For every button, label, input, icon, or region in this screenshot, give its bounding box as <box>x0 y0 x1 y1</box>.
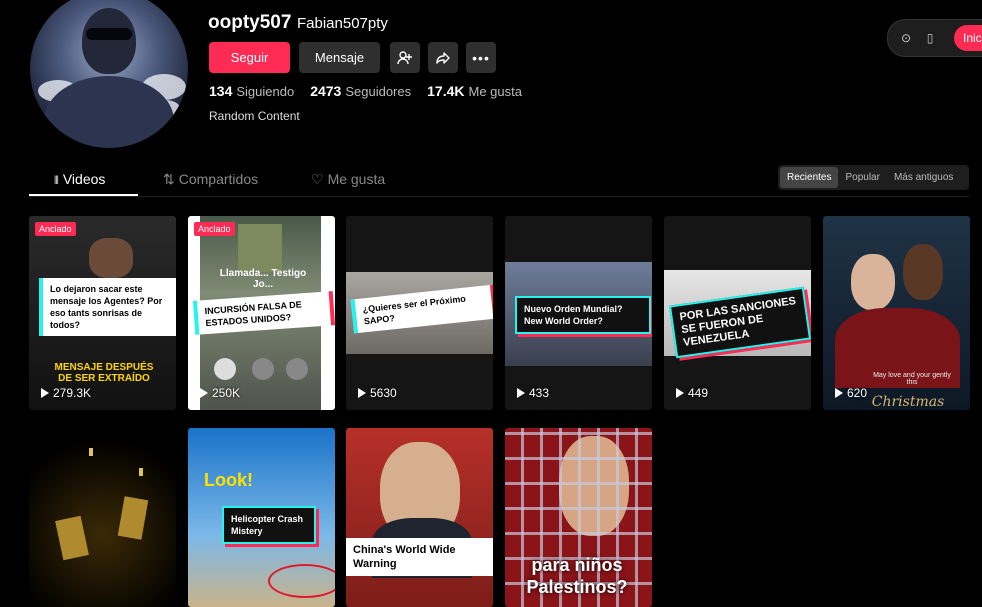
video-card[interactable]: Look! Helicopter Crash Mistery <box>188 428 335 607</box>
heart-outline-icon: ♡ <box>311 171 324 187</box>
video-card[interactable] <box>29 428 176 607</box>
more-options-button[interactable]: ••• <box>466 42 496 73</box>
video-card[interactable]: POR LAS SANCIONES SE FUERON DE VENEZUELA… <box>664 216 811 410</box>
video-card[interactable]: ¿Quieres ser el Próximo SAPO? 5630 <box>346 216 493 410</box>
sort-recent[interactable]: Recientes <box>780 167 839 188</box>
tab-shared[interactable]: ⇅ Compartidos <box>163 171 258 188</box>
add-friend-button[interactable] <box>390 42 420 73</box>
play-icon <box>41 388 49 398</box>
message-button[interactable]: Mensaje <box>299 42 380 73</box>
video-views: 433 <box>517 386 549 400</box>
tab-liked[interactable]: ♡ Me gusta <box>311 171 385 188</box>
video-views: 5630 <box>358 386 397 400</box>
grid-icon: ⦀ <box>54 175 59 187</box>
pinned-badge: Anclado <box>35 222 76 236</box>
view-count: 620 <box>847 386 868 400</box>
following-count: 134 <box>209 83 233 99</box>
likes-stat: 17.4K Me gusta <box>427 83 522 99</box>
profile-avatar[interactable] <box>30 0 188 148</box>
compass-icon[interactable]: ⊙ <box>896 28 916 48</box>
profile-stats: 134 Siguiendo 2473 Seguidores 17.4K Me gust… <box>209 83 522 99</box>
video-caption: China's World Wide Warning <box>346 538 493 576</box>
view-count: 250K <box>212 386 241 400</box>
video-overlay-text: Look! <box>204 470 253 490</box>
follow-button[interactable]: Seguir <box>209 42 290 73</box>
tabs-divider <box>29 196 969 197</box>
share-button[interactable] <box>428 42 458 73</box>
tab-shared-label: Compartidos <box>178 171 259 187</box>
add-user-icon <box>397 50 412 64</box>
profile-bio: Random Content <box>209 109 300 123</box>
phone-icon[interactable]: ▯ <box>920 28 940 48</box>
likes-count: 17.4K <box>427 83 465 99</box>
topbar-controls: ⊙ ▯ Inici <box>887 19 982 57</box>
view-count: 449 <box>688 386 709 400</box>
play-icon <box>517 388 525 398</box>
tab-videos[interactable]: ⦀ Videos <box>54 171 105 188</box>
view-count: 279.3K <box>53 386 92 400</box>
likes-label: Me gusta <box>468 84 522 99</box>
following-label: Siguiendo <box>236 84 295 99</box>
video-overlay-text: May love and your gently this <box>873 372 951 386</box>
share-icon <box>436 51 450 64</box>
video-card[interactable]: para niños Palestinos? <box>505 428 652 607</box>
view-count: 5630 <box>370 386 397 400</box>
followers-stat[interactable]: 2473 Seguidores <box>310 83 411 99</box>
more-dots-icon: ••• <box>472 49 490 66</box>
video-views: 620 <box>835 386 867 400</box>
profile-nickname: Fabian507pty <box>297 15 388 32</box>
followers-label: Seguidores <box>345 84 412 99</box>
play-icon <box>676 388 684 398</box>
play-icon <box>835 388 843 398</box>
play-icon <box>200 388 208 398</box>
video-overlay-title: Christmas <box>871 394 945 410</box>
video-views: 279.3K <box>41 386 91 400</box>
view-count: 433 <box>529 386 550 400</box>
video-caption: Helicopter Crash Mistery <box>222 506 316 544</box>
tab-videos-label: Videos <box>62 171 106 187</box>
video-overlay-text: Llamada... Testigo Jo... <box>219 268 307 290</box>
followers-count: 2473 <box>310 83 342 99</box>
video-caption: Nuevo Orden Mundial? New World Order? <box>515 296 651 334</box>
play-icon <box>358 388 366 398</box>
video-caption: Lo dejaron sacar este mensaje los Agente… <box>39 278 176 336</box>
following-stat[interactable]: 134 Siguiendo <box>209 83 294 99</box>
video-card[interactable]: May love and your gently this Christmas … <box>823 216 970 410</box>
sort-oldest[interactable]: Más antiguos <box>887 167 960 188</box>
profile-username: oopty507 <box>208 12 292 33</box>
video-overlay-text: para niños Palestinos? <box>526 555 628 597</box>
video-card[interactable]: China's World Wide Warning <box>346 428 493 607</box>
pinned-badge: Anclado <box>194 222 235 236</box>
video-card[interactable]: Anclado Llamada... Testigo Jo... INCURSI… <box>188 216 335 410</box>
video-overlay-text: MENSAJE DESPUÉS DE SER EXTRAÍDO <box>54 362 154 384</box>
video-card[interactable]: Nuevo Orden Mundial? New World Order? 43… <box>505 216 652 410</box>
video-card[interactable]: Anclado Lo dejaron sacar este mensaje lo… <box>29 216 176 410</box>
login-button[interactable]: Inici <box>954 25 982 51</box>
tab-liked-label: Me gusta <box>327 171 386 187</box>
video-views: 250K <box>200 386 240 400</box>
sort-toggle: Recientes Popular Más antiguos <box>778 165 969 190</box>
video-views: 449 <box>676 386 708 400</box>
repost-icon: ⇅ <box>163 171 175 187</box>
sort-popular[interactable]: Popular <box>838 167 886 188</box>
